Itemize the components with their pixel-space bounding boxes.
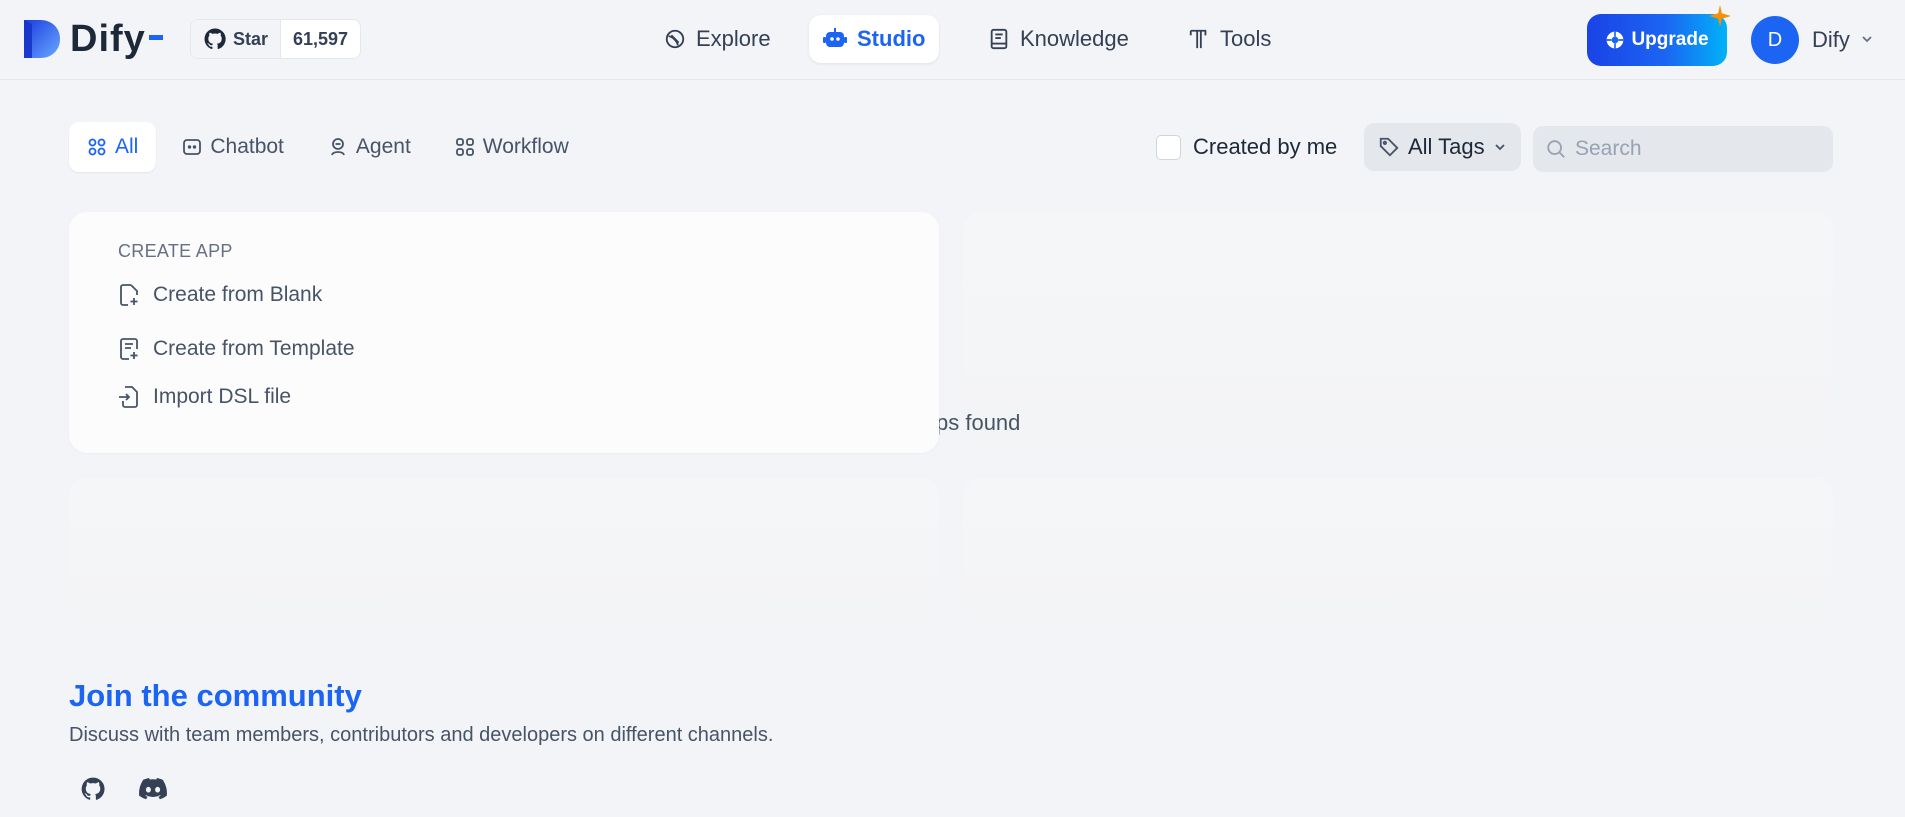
github-icon bbox=[81, 777, 105, 800]
create-from-blank-button[interactable]: Create from Blank bbox=[117, 280, 322, 310]
tags-filter-select[interactable]: All Tags bbox=[1364, 123, 1521, 171]
nav-tools-label: Tools bbox=[1220, 26, 1272, 51]
app-card-placeholder bbox=[963, 212, 1833, 452]
tab-chatbot-label: Chatbot bbox=[210, 135, 284, 158]
community-description: Discuss with team members, contributors … bbox=[69, 724, 774, 746]
agent-icon bbox=[331, 138, 345, 156]
grid-icon bbox=[88, 138, 106, 156]
top-header: Dify Star 61,597 Explore Studio Knowledg… bbox=[0, 0, 1905, 80]
community-github-link[interactable] bbox=[77, 774, 109, 804]
sparkle-icon bbox=[1709, 5, 1731, 27]
upgrade-button[interactable]: Upgrade bbox=[1587, 14, 1727, 66]
nav-knowledge-label: Knowledge bbox=[1020, 26, 1129, 51]
search-input[interactable] bbox=[1575, 137, 1815, 161]
user-avatar[interactable]: D bbox=[1751, 16, 1799, 64]
community-title: Join the community bbox=[69, 678, 362, 713]
create-from-blank-label: Create from Blank bbox=[153, 283, 323, 306]
search-box[interactable] bbox=[1533, 126, 1833, 172]
community-discord-link[interactable] bbox=[137, 774, 169, 804]
tab-workflow-label: Workflow bbox=[482, 135, 569, 158]
workflow-icon bbox=[455, 138, 474, 156]
tab-agent-label: Agent bbox=[355, 135, 411, 158]
tab-agent[interactable]: Agent bbox=[310, 122, 429, 172]
import-dsl-file-label: Import DSL file bbox=[153, 385, 292, 408]
app-card-placeholder bbox=[963, 478, 1833, 628]
user-name[interactable]: Dify bbox=[1812, 27, 1850, 53]
created-by-me-checkbox[interactable] bbox=[1156, 134, 1181, 160]
compass-icon bbox=[665, 29, 685, 49]
search-icon bbox=[1547, 140, 1565, 158]
nav-studio[interactable]: Studio bbox=[809, 15, 940, 63]
chevron-down-icon bbox=[1495, 144, 1505, 151]
app-card-placeholder bbox=[69, 478, 939, 628]
nav-tools[interactable]: Tools bbox=[1174, 15, 1285, 63]
empty-state-text: ps found bbox=[936, 410, 1021, 435]
create-app-card: CREATE APP Create from Blank Create from… bbox=[69, 212, 939, 453]
app-type-tabs: All Chatbot Agent Workflow bbox=[69, 122, 587, 172]
robot-icon bbox=[823, 28, 847, 47]
create-from-template-button[interactable]: Create from Template bbox=[117, 334, 355, 364]
import-dsl-file-button[interactable]: Import DSL file bbox=[117, 382, 291, 412]
nav-explore[interactable]: Explore bbox=[650, 15, 785, 63]
create-app-title: CREATE APP bbox=[118, 241, 233, 261]
file-plus-icon bbox=[120, 284, 138, 306]
tab-all-label: All bbox=[115, 135, 139, 158]
create-from-template-label: Create from Template bbox=[153, 337, 355, 360]
tab-chatbot[interactable]: Chatbot bbox=[164, 122, 302, 172]
nav-explore-label: Explore bbox=[696, 26, 771, 51]
book-icon bbox=[990, 28, 1008, 50]
created-by-me-filter[interactable]: Created by me bbox=[1156, 133, 1337, 161]
tags-filter-label: All Tags bbox=[1408, 134, 1485, 159]
hammer-icon bbox=[1189, 29, 1207, 49]
chevron-down-icon[interactable] bbox=[1860, 32, 1874, 46]
nav-knowledge[interactable]: Knowledge bbox=[974, 15, 1143, 63]
chat-bubble-icon bbox=[183, 139, 202, 155]
tab-workflow[interactable]: Workflow bbox=[437, 122, 587, 172]
file-import-icon bbox=[119, 386, 138, 408]
discord-icon bbox=[139, 778, 167, 800]
upgrade-badge-icon bbox=[1607, 31, 1624, 49]
tab-all[interactable]: All bbox=[69, 122, 157, 172]
created-by-me-label: Created by me bbox=[1193, 134, 1338, 159]
template-plus-icon bbox=[120, 338, 138, 360]
tag-icon bbox=[1379, 137, 1399, 157]
nav-studio-label: Studio bbox=[857, 26, 926, 51]
upgrade-label: Upgrade bbox=[1631, 29, 1709, 50]
